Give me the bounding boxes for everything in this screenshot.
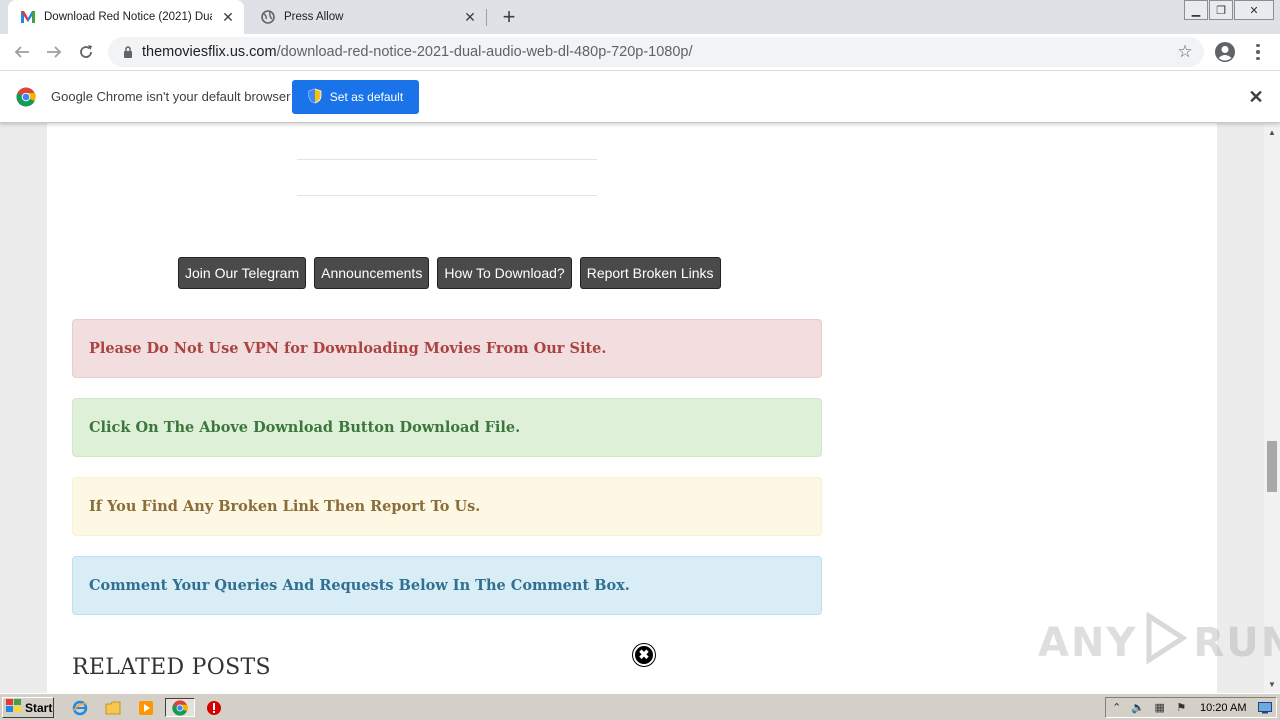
media-player-icon[interactable]: [136, 698, 156, 717]
download-instruction-notice: Click On The Above Download Button Downl…: [72, 398, 822, 457]
tab-separator: [486, 9, 487, 26]
start-label: Start: [25, 700, 53, 715]
watermark-right: RUN: [1193, 620, 1280, 666]
chrome-logo-icon: [16, 87, 36, 107]
url-host: themoviesflix.us.com: [142, 44, 277, 60]
close-ad-icon[interactable]: ✖: [633, 644, 655, 666]
m-logo-icon: [20, 9, 36, 25]
start-button[interactable]: Start: [2, 697, 54, 718]
vertical-scrollbar[interactable]: ▲ ▼: [1264, 123, 1280, 693]
default-browser-infobar: Google Chrome isn't your default browser…: [0, 71, 1280, 123]
divider: [297, 159, 597, 160]
page-content: Join Our Telegram Announcements How To D…: [47, 123, 1217, 693]
close-tab-icon[interactable]: ✕: [460, 7, 480, 27]
infobar-close-icon[interactable]: ✕: [1246, 87, 1266, 107]
scrollbar-thumb[interactable]: [1267, 441, 1277, 492]
tray-expand-icon[interactable]: ⌃: [1106, 698, 1128, 717]
alert-stop-icon[interactable]: [204, 698, 224, 717]
broken-link-notice: If You Find Any Broken Link Then Report …: [72, 477, 822, 536]
tab-title: Download Red Notice (2021) Dual Au: [44, 11, 212, 23]
watermark-left: ANY: [1038, 620, 1138, 666]
system-tray: ⌃ 🔈 ▦ ⚑ 10:20 AM: [1105, 697, 1277, 718]
tab-strip: Download Red Notice (2021) Dual Au ✕ Pre…: [0, 0, 1280, 34]
url-text: themoviesflix.us.com/download-red-notice…: [142, 44, 693, 60]
minimize-icon[interactable]: ▁: [1184, 0, 1208, 20]
play-logo-icon: [1143, 611, 1189, 674]
forward-arrow-icon[interactable]: [42, 40, 66, 64]
windows-logo-icon: [6, 699, 22, 716]
how-to-download-button[interactable]: How To Download?: [437, 257, 572, 289]
chrome-taskbar-icon[interactable]: [165, 698, 195, 717]
network-icon[interactable]: ▦: [1149, 698, 1171, 717]
related-posts-heading: RELATED POSTS: [72, 655, 271, 680]
scroll-down-arrow-icon[interactable]: ▼: [1264, 677, 1280, 691]
scroll-up-arrow-icon[interactable]: ▲: [1264, 125, 1280, 139]
show-desktop-icon[interactable]: [1254, 698, 1276, 717]
infobar-message: Google Chrome isn't your default browser: [51, 89, 291, 104]
globe-icon: [260, 9, 276, 25]
page-button-row: Join Our Telegram Announcements How To D…: [178, 257, 721, 289]
new-tab-button[interactable]: +: [498, 6, 520, 28]
announcements-button[interactable]: Announcements: [314, 257, 430, 289]
volume-icon[interactable]: 🔈: [1128, 698, 1150, 717]
back-arrow-icon[interactable]: [10, 40, 34, 64]
lock-icon[interactable]: [120, 46, 136, 58]
action-center-flag-icon[interactable]: ⚑: [1171, 698, 1193, 717]
profile-avatar-icon[interactable]: [1214, 41, 1236, 63]
taskbar-clock[interactable]: 10:20 AM: [1200, 702, 1246, 714]
comment-notice: Comment Your Queries And Requests Below …: [72, 556, 822, 615]
menu-dots-icon[interactable]: [1250, 41, 1266, 63]
browser-toolbar: themoviesflix.us.com/download-red-notice…: [0, 34, 1280, 71]
page-viewport: Join Our Telegram Announcements How To D…: [0, 123, 1264, 693]
bookmark-star-icon[interactable]: ☆: [1176, 43, 1194, 61]
anyrun-watermark: ANY RUN: [1038, 611, 1280, 674]
divider: [297, 195, 597, 196]
url-path: /download-red-notice-2021-dual-audio-web…: [276, 44, 693, 60]
folder-icon[interactable]: [103, 698, 123, 717]
report-broken-links-button[interactable]: Report Broken Links: [579, 257, 721, 289]
window-close-icon[interactable]: ✕: [1234, 0, 1274, 20]
tab-press-allow[interactable]: Press Allow ✕: [248, 0, 486, 34]
close-tab-icon[interactable]: ✕: [218, 7, 238, 27]
restore-icon[interactable]: ❐: [1209, 0, 1233, 20]
set-as-default-button[interactable]: Set as default: [292, 80, 419, 114]
reload-icon[interactable]: [74, 40, 98, 64]
address-bar[interactable]: themoviesflix.us.com/download-red-notice…: [108, 37, 1204, 67]
shield-icon: [308, 88, 322, 107]
vpn-warning-notice: Please Do Not Use VPN for Downloading Mo…: [72, 319, 822, 378]
set-as-default-label: Set as default: [329, 90, 404, 104]
join-telegram-button[interactable]: Join Our Telegram: [178, 257, 307, 289]
windows-taskbar: Start ⌃ 🔈 ▦ ⚑ 10:20 AM: [0, 693, 1280, 720]
internet-explorer-icon[interactable]: [70, 698, 90, 717]
tab-title: Press Allow: [284, 11, 344, 23]
tab-download-red-notice[interactable]: Download Red Notice (2021) Dual Au ✕: [8, 0, 244, 34]
